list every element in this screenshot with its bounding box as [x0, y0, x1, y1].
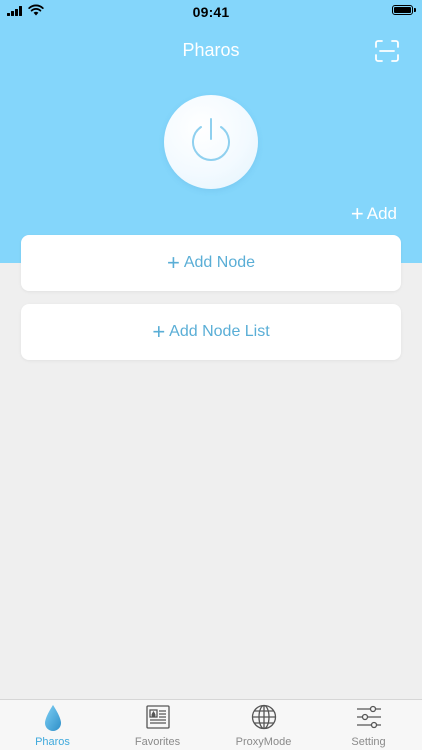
scan-icon — [375, 40, 399, 62]
droplet-icon — [44, 705, 61, 731]
plus-icon: + — [166, 250, 180, 275]
add-node-label: Add Node — [183, 254, 256, 271]
plus-icon: + — [152, 319, 166, 344]
tab-pharos[interactable]: Pharos — [0, 700, 105, 750]
battery-icon — [392, 5, 416, 15]
connect-power-button[interactable] — [164, 95, 258, 189]
tab-label: Setting — [351, 736, 386, 748]
tab-setting[interactable]: Setting — [316, 700, 421, 750]
add-node-list-label: Add Node List — [169, 323, 270, 340]
scan-button[interactable] — [375, 40, 399, 62]
tab-bar: Pharos Favorites ProxyMode Setting — [0, 699, 422, 750]
power-icon — [192, 118, 230, 161]
tab-label: ProxyMode — [235, 736, 292, 748]
status-time: 09:41 — [192, 4, 230, 20]
tab-label: Pharos — [35, 736, 70, 748]
newspaper-icon — [145, 705, 170, 729]
tab-label: Favorites — [134, 736, 181, 748]
add-node-button[interactable]: + Add Node — [21, 235, 401, 291]
page-title: Pharos — [182, 40, 240, 60]
add-label: Add — [366, 204, 397, 223]
sliders-icon — [356, 705, 381, 729]
status-bar: 09:41 — [0, 0, 422, 22]
add-node-list-button[interactable]: + Add Node List — [21, 304, 401, 360]
add-button[interactable]: + Add — [351, 201, 397, 227]
tab-favorites[interactable]: Favorites — [105, 700, 210, 750]
globe-icon — [251, 704, 276, 730]
tab-proxymode[interactable]: ProxyMode — [211, 700, 316, 750]
plus-icon: + — [350, 201, 364, 226]
